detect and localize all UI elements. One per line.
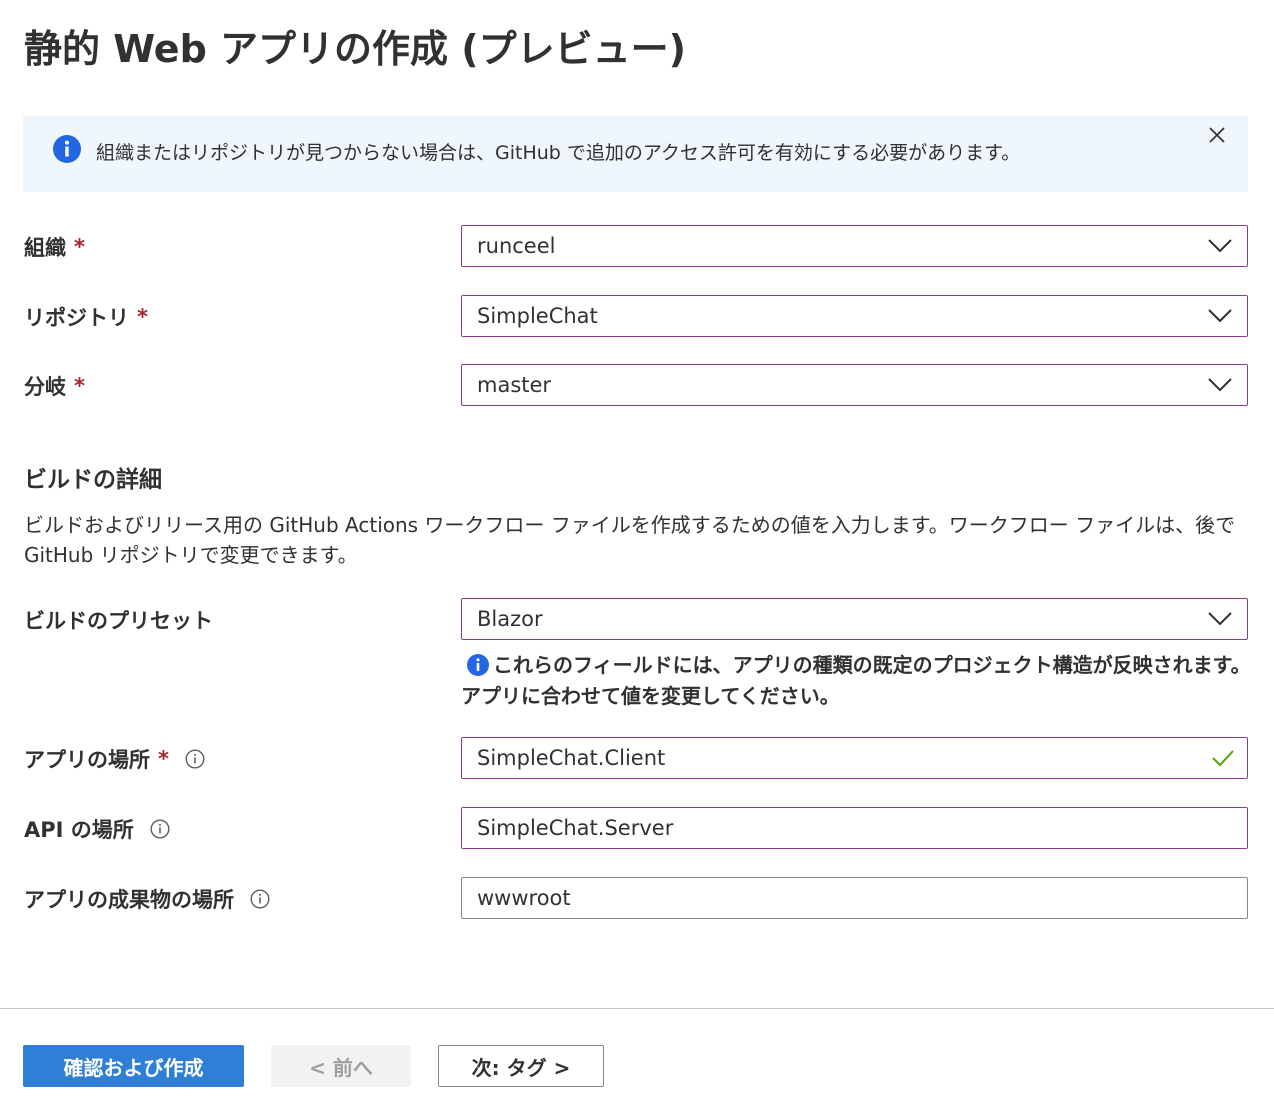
organization-dropdown[interactable]: runceel: [461, 225, 1248, 267]
next-tags-button[interactable]: 次: タグ >: [438, 1045, 604, 1087]
info-tooltip-icon[interactable]: [185, 749, 205, 769]
build-preset-label: ビルドのプリセット: [24, 605, 213, 635]
build-details-description: ビルドおよびリリース用の GitHub Actions ワークフロー ファイルを…: [24, 513, 1236, 567]
info-tooltip-icon[interactable]: [250, 889, 270, 909]
build-preset-dropdown[interactable]: Blazor: [461, 598, 1248, 640]
info-icon: [53, 135, 81, 163]
repository-label-text: リポジトリ: [24, 306, 129, 330]
close-icon[interactable]: [1208, 126, 1226, 144]
required-indicator: *: [74, 374, 85, 398]
branch-label-text: 分岐: [24, 375, 66, 399]
previous-button[interactable]: < 前へ: [271, 1045, 411, 1087]
api-location-label-text: API の場所: [24, 818, 134, 842]
chevron-down-icon: [1208, 612, 1232, 626]
branch-value: master: [477, 373, 552, 397]
api-location-input[interactable]: SimpleChat.Server: [461, 807, 1248, 849]
organization-label: 組織 *: [24, 232, 85, 262]
app-location-input[interactable]: SimpleChat.Client: [461, 737, 1248, 779]
api-location-label: API の場所: [24, 814, 170, 844]
checkmark-icon: [1212, 750, 1234, 767]
info-icon: [467, 654, 489, 676]
footer-divider: [0, 1008, 1274, 1009]
artifact-location-input[interactable]: wwwroot: [461, 877, 1248, 919]
required-indicator: *: [137, 305, 148, 329]
branch-dropdown[interactable]: master: [461, 364, 1248, 406]
preset-note: これらのフィールドには、アプリの種類の既定のプロジェクト構造が反映されます。アプ…: [461, 650, 1251, 712]
chevron-down-icon: [1208, 309, 1232, 323]
artifact-location-label-text: アプリの成果物の場所: [24, 888, 234, 912]
organization-value: runceel: [477, 234, 556, 258]
preset-note-text: これらのフィールドには、アプリの種類の既定のプロジェクト構造が反映されます。アプ…: [461, 653, 1251, 708]
build-preset-value: Blazor: [477, 607, 543, 631]
chevron-down-icon: [1208, 378, 1232, 392]
page-title: 静的 Web アプリの作成 (プレビュー): [24, 27, 686, 71]
required-indicator: *: [158, 747, 169, 771]
artifact-location-label: アプリの成果物の場所: [24, 884, 270, 914]
required-indicator: *: [74, 235, 85, 259]
repository-label: リポジトリ *: [24, 302, 148, 332]
info-tooltip-icon[interactable]: [150, 819, 170, 839]
build-preset-label-text: ビルドのプリセット: [24, 609, 213, 633]
info-banner: 組織またはリポジトリが見つからない場合は、GitHub で追加のアクセス許可を有…: [23, 116, 1248, 192]
app-location-label-text: アプリの場所: [24, 748, 150, 772]
api-location-value: SimpleChat.Server: [477, 816, 674, 840]
review-create-button[interactable]: 確認および作成: [23, 1045, 244, 1087]
repository-value: SimpleChat: [477, 304, 598, 328]
branch-label: 分岐 *: [24, 371, 85, 401]
organization-label-text: 組織: [24, 236, 66, 260]
chevron-down-icon: [1208, 239, 1232, 253]
build-details-heading: ビルドの詳細: [24, 467, 162, 493]
create-static-web-app-page: 静的 Web アプリの作成 (プレビュー) 組織またはリポジトリが見つからない場…: [0, 0, 1274, 1116]
repository-dropdown[interactable]: SimpleChat: [461, 295, 1248, 337]
app-location-label: アプリの場所 *: [24, 744, 205, 774]
artifact-location-value: wwwroot: [477, 886, 571, 910]
app-location-value: SimpleChat.Client: [477, 746, 666, 770]
banner-message: 組織またはリポジトリが見つからない場合は、GitHub で追加のアクセス許可を有…: [96, 142, 1021, 164]
